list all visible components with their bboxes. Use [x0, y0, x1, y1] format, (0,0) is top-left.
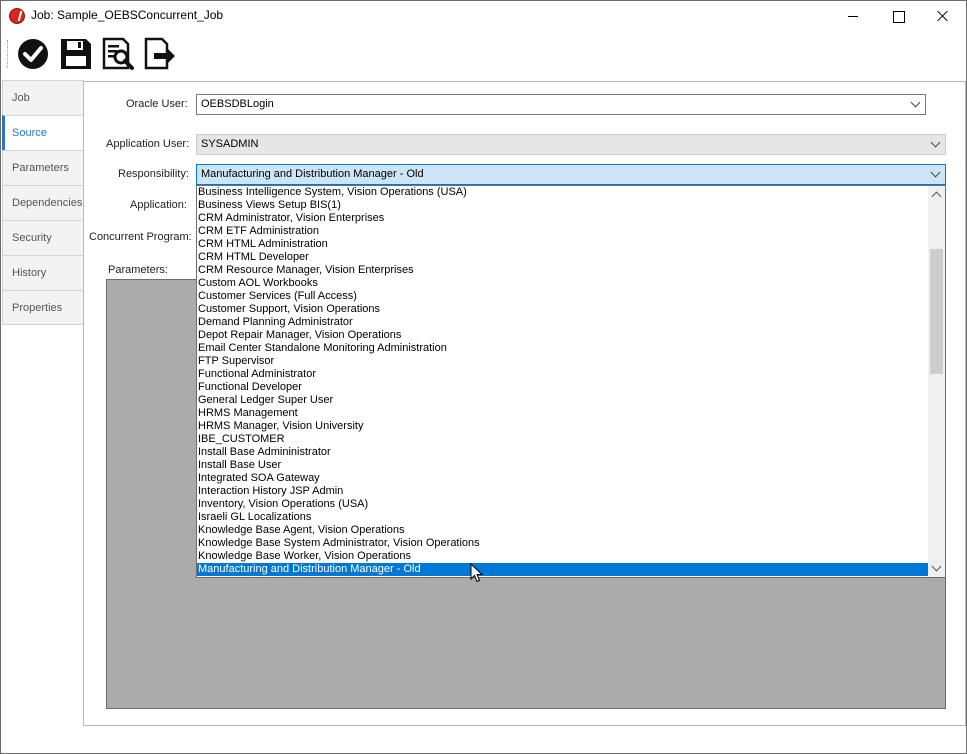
scrollbar-thumb[interactable] — [930, 249, 943, 374]
responsibility-dropdown-list[interactable]: Business Intelligence System, Vision Ope… — [196, 185, 946, 578]
application-label: Application: — [130, 199, 187, 211]
mouse-pointer-icon — [470, 563, 484, 583]
dropdown-option[interactable]: Email Center Standalone Monitoring Admin… — [197, 342, 929, 355]
close-icon[interactable] — [920, 2, 966, 31]
toolbar-grip — [7, 40, 9, 68]
option-list: Business Intelligence System, Vision Ope… — [197, 186, 929, 576]
dropdown-option[interactable]: Depot Repair Manager, Vision Operations — [197, 329, 929, 342]
dropdown-option[interactable]: CRM ETF Administration — [197, 225, 929, 238]
chevron-down-icon — [930, 137, 941, 148]
tab-properties[interactable]: Properties — [2, 290, 84, 325]
tab-history[interactable]: History — [2, 255, 84, 290]
preview-button[interactable] — [101, 37, 135, 71]
dropdown-option[interactable]: Customer Services (Full Access) — [197, 290, 929, 303]
dropdown-option[interactable]: Custom AOL Workbooks — [197, 277, 929, 290]
tab-dependencies[interactable]: Dependencies — [2, 185, 84, 220]
check-circle-icon — [18, 39, 48, 69]
oracle-user-label: Oracle User: — [126, 98, 188, 110]
tab-security[interactable]: Security — [2, 220, 84, 255]
floppy-disk-icon — [61, 39, 91, 69]
tab-source[interactable]: Source — [2, 115, 84, 150]
responsibility-label: Responsibility: — [118, 168, 189, 180]
responsibility-select[interactable]: Manufacturing and Distribution Manager -… — [196, 164, 946, 185]
dropdown-option[interactable]: Knowledge Base Worker, Vision Operations — [197, 550, 929, 563]
dropdown-option[interactable]: IBE_CUSTOMER — [197, 433, 929, 446]
tab-job[interactable]: Job — [2, 80, 84, 115]
tab-parameters[interactable]: Parameters — [2, 150, 84, 185]
dropdown-option[interactable]: Interaction History JSP Admin — [197, 485, 929, 498]
maximize-icon[interactable] — [876, 2, 922, 31]
dropdown-option[interactable]: CRM Administrator, Vision Enterprises — [197, 212, 929, 225]
dropdown-option[interactable]: Business Views Setup BIS(1) — [197, 199, 929, 212]
chevron-down-icon — [910, 97, 921, 108]
oracle-user-select[interactable]: OEBSDBLogin — [196, 94, 926, 115]
dropdown-option[interactable]: Business Intelligence System, Vision Ope… — [197, 186, 929, 199]
dropdown-option[interactable]: Install Base Admininistrator — [197, 446, 929, 459]
app-logo-icon — [9, 8, 25, 24]
dropdown-option[interactable]: General Ledger Super User — [197, 394, 929, 407]
scroll-up-icon[interactable] — [928, 186, 945, 203]
dropdown-option[interactable]: Inventory, Vision Operations (USA) — [197, 498, 929, 511]
export-button[interactable] — [143, 37, 177, 71]
concurrent-program-label: Concurrent Program: — [89, 231, 192, 243]
dropdown-scrollbar[interactable] — [928, 186, 945, 577]
oracle-user-value: OEBSDBLogin — [201, 98, 274, 110]
dropdown-option[interactable]: CRM HTML Administration — [197, 238, 929, 251]
dropdown-option[interactable]: CRM Resource Manager, Vision Enterprises — [197, 264, 929, 277]
responsibility-value: Manufacturing and Distribution Manager -… — [201, 168, 424, 180]
application-user-value: SYSADMIN — [201, 138, 259, 150]
document-search-icon — [102, 37, 134, 70]
parameters-label: Parameters: — [108, 264, 168, 276]
ok-button[interactable] — [16, 37, 50, 71]
dropdown-option[interactable]: Functional Administrator — [197, 368, 929, 381]
dropdown-option[interactable]: Demand Planning Administrator — [197, 316, 929, 329]
application-user-label: Application User: — [106, 138, 190, 150]
minimize-icon[interactable] — [830, 2, 876, 31]
dropdown-option[interactable]: Integrated SOA Gateway — [197, 472, 929, 485]
side-tabs: Job Source Parameters Dependencies Secur… — [2, 80, 84, 325]
dropdown-option[interactable]: HRMS Manager, Vision University — [197, 420, 929, 433]
application-user-select[interactable]: SYSADMIN — [196, 134, 946, 155]
title-bar[interactable]: Job: Sample_OEBSConcurrent_Job — [1, 1, 966, 31]
dropdown-option[interactable]: HRMS Management — [197, 407, 929, 420]
dropdown-option[interactable]: Knowledge Base System Administrator, Vis… — [197, 537, 929, 550]
dropdown-option[interactable]: Functional Developer — [197, 381, 929, 394]
scroll-down-icon[interactable] — [928, 560, 945, 577]
save-button[interactable] — [59, 37, 93, 71]
dropdown-option[interactable]: FTP Supervisor — [197, 355, 929, 368]
document-export-icon — [144, 37, 175, 70]
dropdown-option[interactable]: Manufacturing and Distribution Manager -… — [197, 563, 929, 576]
dropdown-option[interactable]: Customer Support, Vision Operations — [197, 303, 929, 316]
window-title: Job: Sample_OEBSConcurrent_Job — [31, 8, 224, 22]
dropdown-option[interactable]: Install Base User — [197, 459, 929, 472]
dropdown-option[interactable]: Israeli GL Localizations — [197, 511, 929, 524]
dropdown-option[interactable]: CRM HTML Developer — [197, 251, 929, 264]
dropdown-option[interactable]: Knowledge Base Agent, Vision Operations — [197, 524, 929, 537]
chevron-down-icon — [930, 167, 941, 178]
